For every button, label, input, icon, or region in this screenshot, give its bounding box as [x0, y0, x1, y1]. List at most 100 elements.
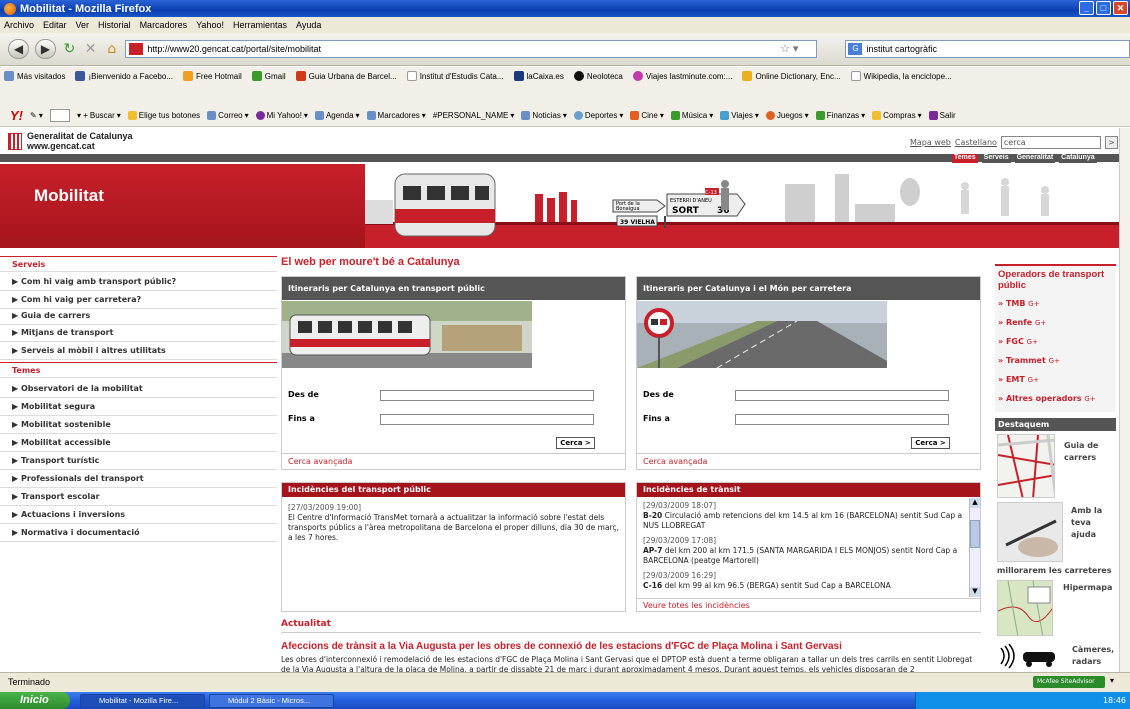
bookmark-item[interactable]: Guia Urbana de Barcel...	[295, 71, 397, 81]
op-renfe-link[interactable]: » Renfe G+	[995, 313, 1116, 332]
yahoo-item[interactable]: Cine ▾	[630, 111, 664, 120]
site-search-input[interactable]: cerca	[1000, 136, 1101, 149]
veure-totes-link[interactable]: Veure totes les incidències	[643, 601, 750, 610]
yahoo-buscar-button[interactable]: ▾ + Buscar ▾	[77, 111, 121, 120]
sidebar-item-turistic[interactable]: ▶ Transport turístic	[0, 452, 277, 470]
sidebar-item-mobil[interactable]: ▶ Serveis al mòbil i altres utilitats	[0, 342, 277, 360]
bookmark-item[interactable]: Institut d'Estudis Cata...	[406, 71, 504, 81]
op-trammet-link[interactable]: » Trammet G+	[995, 351, 1116, 370]
menu-editar[interactable]: Editar	[43, 20, 67, 30]
mcafee-badge[interactable]: McAfee SiteAdvisor	[1033, 676, 1105, 688]
yahoo-search-field[interactable]	[49, 109, 70, 122]
topnav-serveis[interactable]: Serveis	[981, 154, 1011, 163]
yahoo-item[interactable]: Elige tus botones	[127, 111, 200, 120]
menu-archivo[interactable]: Archivo	[4, 20, 34, 30]
bookmark-item[interactable]: Neoloteca	[573, 71, 623, 81]
guia-carrers-thumb[interactable]	[997, 434, 1055, 498]
taskbar-word-item[interactable]: Mòdul 2 Bàsic - Micros...	[209, 693, 334, 708]
yahoo-logo-icon[interactable]: Y!	[10, 108, 23, 123]
menu-historial[interactable]: Historial	[98, 20, 131, 30]
cameres-radars-link[interactable]: Càmeres, radars	[1072, 644, 1117, 668]
page-scrollbar[interactable]	[1119, 128, 1130, 672]
bookmark-item[interactable]: Viajes lastminute.com:...	[632, 71, 732, 81]
fins-a-input-2[interactable]	[735, 414, 949, 425]
transit-scrollbar[interactable]: ▲ ▼	[969, 498, 980, 597]
bookmark-item[interactable]: laCaixa.es	[513, 71, 564, 81]
des-de-input-2[interactable]	[735, 390, 949, 401]
mapa-web-link[interactable]: Mapa web	[910, 138, 951, 147]
news-title-link[interactable]: Afeccions de trànsit a la Via Augusta pe…	[281, 641, 842, 652]
cerca-avancada-link-1[interactable]: Cerca avançada	[288, 457, 352, 466]
menu-yahoo[interactable]: Yahoo!	[196, 20, 224, 30]
menu-ver[interactable]: Ver	[76, 20, 90, 30]
close-button[interactable]: ✕	[1113, 1, 1128, 15]
millorarem-link[interactable]: millorarem les carreteres	[997, 565, 1117, 577]
op-fgc-link[interactable]: » FGC G+	[995, 332, 1116, 351]
topnav-catalunya[interactable]: Catalunya	[1059, 154, 1097, 163]
bookmark-item[interactable]: Wikipedia, la enciclope...	[850, 71, 952, 81]
url-bar[interactable]: http://www20.gencat.cat/portal/site/mobi…	[125, 40, 818, 58]
cerca-button-2[interactable]: Cerca >	[911, 437, 950, 449]
sidebar-item-actuacions[interactable]: ▶ Actuacions i inversions	[0, 506, 277, 524]
mcafee-dropdown-icon[interactable]: ▾	[1110, 676, 1114, 685]
reload-icon[interactable]: ↻	[62, 41, 77, 57]
sidebar-item-segura[interactable]: ▶ Mobilitat segura	[0, 398, 277, 416]
stop-icon[interactable]: ✕	[83, 41, 98, 57]
taskbar-firefox-item[interactable]: Mobilitat - Mozilla Fire...	[80, 693, 205, 708]
cerca-avancada-link-2[interactable]: Cerca avançada	[643, 457, 707, 466]
sidebar-item-professionals[interactable]: ▶ Professionals del transport	[0, 470, 277, 488]
yahoo-item[interactable]: Viajes ▾	[720, 111, 759, 120]
forward-button[interactable]: ▶	[34, 39, 56, 59]
guia-carrers-link[interactable]: Guia de carrers	[1064, 440, 1114, 464]
sidebar-item-normativa[interactable]: ▶ Normativa i documentació	[0, 524, 277, 542]
home-icon[interactable]: ⌂	[104, 41, 119, 57]
op-emt-link[interactable]: » EMT G+	[995, 370, 1116, 389]
sidebar-item-sostenible[interactable]: ▶ Mobilitat sostenible	[0, 416, 277, 434]
pencil-icon[interactable]: ✎ ▾	[30, 111, 43, 120]
back-button[interactable]: ◀	[8, 39, 29, 59]
des-de-input-1[interactable]	[380, 390, 594, 401]
yahoo-item[interactable]: Salir	[928, 111, 956, 120]
menu-marcadores[interactable]: Marcadores	[140, 20, 188, 30]
yahoo-item[interactable]: Finanzas ▾	[815, 111, 865, 120]
cerca-button-1[interactable]: Cerca >	[556, 437, 595, 449]
bookmark-item[interactable]: ¡Bienvenido a Facebo...	[75, 71, 173, 81]
bookmark-item[interactable]: Free Hotmail	[182, 71, 242, 81]
op-altres-link[interactable]: » Altres operadors G+	[995, 389, 1116, 408]
castellano-link[interactable]: Castellano	[955, 138, 997, 147]
yahoo-item[interactable]: Agenda ▾	[314, 111, 360, 120]
sidebar-item-mitjans[interactable]: ▶ Mitjans de transport	[0, 324, 277, 342]
yahoo-item[interactable]: Correo ▾	[207, 111, 249, 120]
yahoo-item[interactable]: Deportes ▾	[573, 111, 623, 120]
minimize-button[interactable]: _	[1079, 1, 1094, 15]
search-input[interactable]: G institut cartogràfic	[845, 40, 1130, 58]
site-search-button[interactable]: >	[1104, 136, 1118, 149]
amb-teva-ajuda-link[interactable]: Amb la teva ajuda	[1071, 505, 1116, 541]
hipermapa-link[interactable]: Hipermapa	[1063, 582, 1115, 594]
fins-a-input-1[interactable]	[380, 414, 594, 425]
yahoo-item[interactable]: #PERSONAL_NAME ▾	[433, 111, 515, 120]
amb-teva-ajuda-thumb[interactable]	[997, 502, 1063, 562]
yahoo-item[interactable]: Música ▾	[670, 111, 713, 120]
yahoo-item[interactable]: Compras ▾	[872, 111, 922, 120]
sidebar-item-guia-carrers[interactable]: ▶ Guia de carrers	[0, 307, 277, 325]
sidebar-item-transport-public[interactable]: ▶ Com hi vaig amb transport públic?	[0, 273, 277, 291]
cameres-radars-thumb[interactable]	[997, 640, 1059, 672]
bookmark-item[interactable]: Gmail	[251, 71, 286, 81]
start-button[interactable]: Inicio	[0, 692, 70, 709]
yahoo-item[interactable]: Mi Yahoo! ▾	[255, 111, 308, 120]
op-tmb-link[interactable]: » TMB G+	[995, 294, 1116, 313]
hipermapa-thumb[interactable]	[997, 580, 1053, 636]
sidebar-item-escolar[interactable]: ▶ Transport escolar	[0, 488, 277, 506]
gencat-logo[interactable]: Generalitat de Catalunya www.gencat.cat	[8, 131, 133, 151]
yahoo-item[interactable]: Marcadores ▾	[366, 111, 426, 120]
menu-herramientas[interactable]: Herramientas	[233, 20, 287, 30]
bookmark-item[interactable]: Más visitados	[4, 71, 65, 81]
sidebar-item-observatori[interactable]: ▶ Observatori de la mobilitat	[0, 380, 277, 398]
yahoo-item[interactable]: Juegos ▾	[765, 111, 809, 120]
menu-ayuda[interactable]: Ayuda	[296, 20, 321, 30]
bookmark-star-icon[interactable]: ☆ ▾	[780, 42, 798, 55]
topnav-generalitat[interactable]: Generalitat	[1014, 154, 1056, 163]
bookmark-item[interactable]: Online Dictionary, Enc...	[742, 71, 841, 81]
sidebar-item-accessible[interactable]: ▶ Mobilitat accessible	[0, 434, 277, 452]
